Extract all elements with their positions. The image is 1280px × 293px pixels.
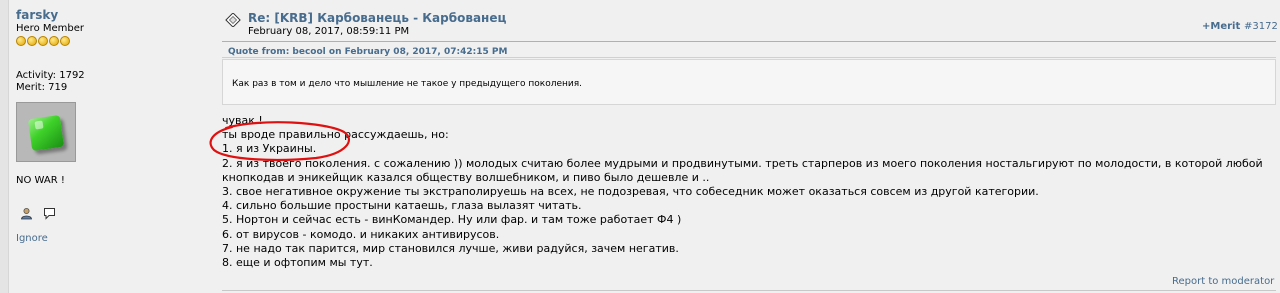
forum-post: farsky Hero Member Activity: 1792 Merit:…: [0, 0, 1280, 293]
post-date: February 08, 2017, 08:59:11 PM: [248, 26, 410, 37]
avatar[interactable]: [16, 102, 76, 162]
post-line: 5. Нортон и сейчас есть - винКомандер. Н…: [222, 213, 682, 227]
post-line: 2. я из твоего поколения. с сожалению ))…: [222, 156, 1263, 170]
quote-box: Как раз в том и дело что мышление не так…: [222, 59, 1276, 105]
personal-text: NO WAR !: [16, 175, 65, 186]
star-icon: [27, 36, 37, 46]
left-border: [0, 0, 9, 293]
merit-stat: Merit: 719: [16, 82, 68, 93]
ignore-link[interactable]: Ignore: [16, 233, 48, 244]
divider: [222, 41, 1276, 42]
star-icon: [16, 36, 26, 46]
post-line: 3. свое негативное окружение ты экстрапо…: [222, 185, 1039, 199]
post-icon: [225, 12, 241, 30]
post-line: кнопкодав и эникейщик казался обществу в…: [222, 170, 710, 184]
star-icon: [49, 36, 59, 46]
activity-stat: Activity: 1792: [16, 70, 85, 81]
post-line: 8. еще и офтопим мы тут.: [222, 256, 373, 270]
star-icon: [38, 36, 48, 46]
username-link[interactable]: farsky: [16, 8, 196, 22]
post-body: чувак ! ты вроде правильно рассуждаешь, …: [222, 114, 1276, 270]
merit-button[interactable]: +Merit: [1202, 21, 1240, 32]
rank-stars: [16, 36, 196, 46]
green-cube-image: [27, 114, 65, 152]
post-line: 4. сильно большие простыни катаешь, глаз…: [222, 199, 582, 213]
post-title-link[interactable]: Re: [KRB] Карбованець - Карбованец: [248, 11, 506, 25]
post-line: чувак !: [222, 114, 263, 127]
report-to-moderator-link[interactable]: Report to moderator: [1172, 276, 1274, 287]
message-icon[interactable]: [43, 207, 56, 223]
quote-source-link[interactable]: Quote from: becool on February 08, 2017,…: [228, 47, 507, 57]
post-line: 6. от вирусов - комодо. и никаких антиви…: [222, 227, 500, 241]
user-rank: Hero Member: [16, 23, 84, 34]
star-icon: [60, 36, 70, 46]
poster-info: farsky Hero Member Activity: 1792 Merit:…: [16, 8, 196, 244]
post-number-link[interactable]: #3172: [1244, 21, 1278, 32]
profile-icons: [20, 207, 62, 223]
quote-text: Как раз в том и дело что мышление не так…: [232, 79, 583, 89]
post-line: 1. я из Украины.: [222, 142, 317, 156]
quote-header: Quote from: becool on February 08, 2017,…: [222, 45, 1276, 58]
post-line: 7. не надо так парится, мир становился л…: [222, 241, 679, 255]
profile-icon[interactable]: [20, 207, 33, 223]
divider: [222, 290, 1276, 291]
post-line: ты вроде правильно рассуждаешь, но:: [222, 128, 449, 142]
